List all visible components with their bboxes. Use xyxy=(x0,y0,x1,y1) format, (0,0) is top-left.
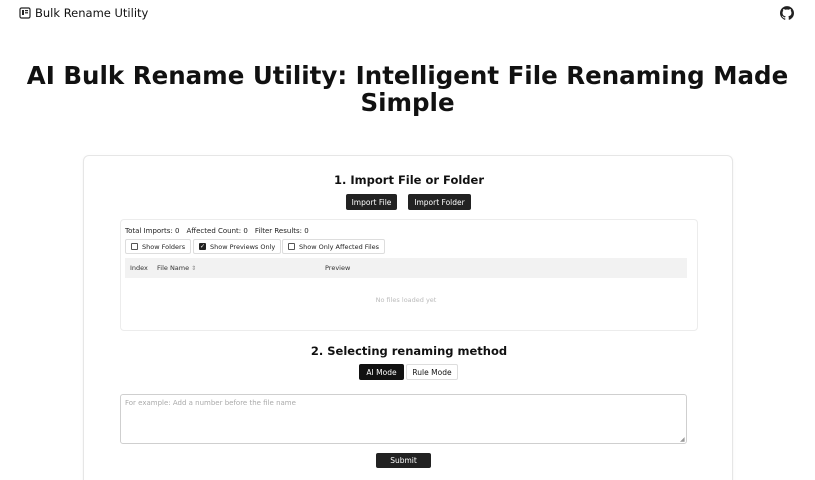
import-file-button[interactable]: Import File xyxy=(346,194,397,210)
affected-count: Affected Count: 0 xyxy=(186,227,248,235)
show-folders-checkbox[interactable] xyxy=(131,243,138,250)
page-title: AI Bulk Rename Utility: Intelligent File… xyxy=(26,61,789,117)
brand[interactable]: Bulk Rename Utility xyxy=(19,6,148,20)
column-file-name[interactable]: File Name ⇕ xyxy=(157,264,196,272)
table-header: Index File Name ⇕ Preview xyxy=(125,258,687,278)
show-previews-only-toggle[interactable]: ✓ Show Previews Only xyxy=(193,239,282,254)
show-previews-only-checkbox[interactable]: ✓ xyxy=(199,243,206,250)
show-only-affected-label: Show Only Affected Files xyxy=(299,242,380,251)
import-folder-button[interactable]: Import Folder xyxy=(408,194,471,210)
show-previews-only-label: Show Previews Only xyxy=(210,242,276,251)
mode-toggle: AI Mode Rule Mode xyxy=(359,364,458,380)
app-name: Bulk Rename Utility xyxy=(35,6,149,20)
filter-results: Filter Results: 0 xyxy=(254,227,309,235)
resize-handle-icon[interactable]: ◢ xyxy=(680,436,685,443)
file-icon xyxy=(19,7,31,19)
column-file-name-label: File Name xyxy=(157,264,190,272)
total-imports: Total Imports: 0 xyxy=(125,227,180,235)
show-folders-label: Show Folders xyxy=(142,242,186,251)
column-preview: Preview xyxy=(325,264,351,272)
stats-row: Total Imports: 0 Affected Count: 0 Filte… xyxy=(125,227,309,235)
method-section-title: 2. Selecting renaming method xyxy=(310,344,508,358)
show-only-affected-checkbox[interactable] xyxy=(288,243,295,250)
github-icon[interactable] xyxy=(780,6,794,20)
rule-mode-tab[interactable]: Rule Mode xyxy=(406,364,458,380)
rename-card: 1. Import File or Folder Import File Imp… xyxy=(83,155,733,480)
file-list-panel: Total Imports: 0 Affected Count: 0 Filte… xyxy=(120,219,698,331)
import-section-title: 1. Import File or Folder xyxy=(334,173,484,187)
empty-state: No files loaded yet xyxy=(375,296,437,304)
top-bar: Bulk Rename Utility xyxy=(0,0,815,28)
sort-icon[interactable]: ⇕ xyxy=(191,265,196,272)
show-only-affected-toggle[interactable]: Show Only Affected Files xyxy=(282,239,386,254)
submit-button[interactable]: Submit xyxy=(376,453,431,468)
ai-mode-tab[interactable]: AI Mode xyxy=(359,364,404,380)
rename-prompt-input[interactable] xyxy=(120,394,687,444)
column-index: Index xyxy=(130,264,148,272)
show-folders-toggle[interactable]: Show Folders xyxy=(125,239,192,254)
